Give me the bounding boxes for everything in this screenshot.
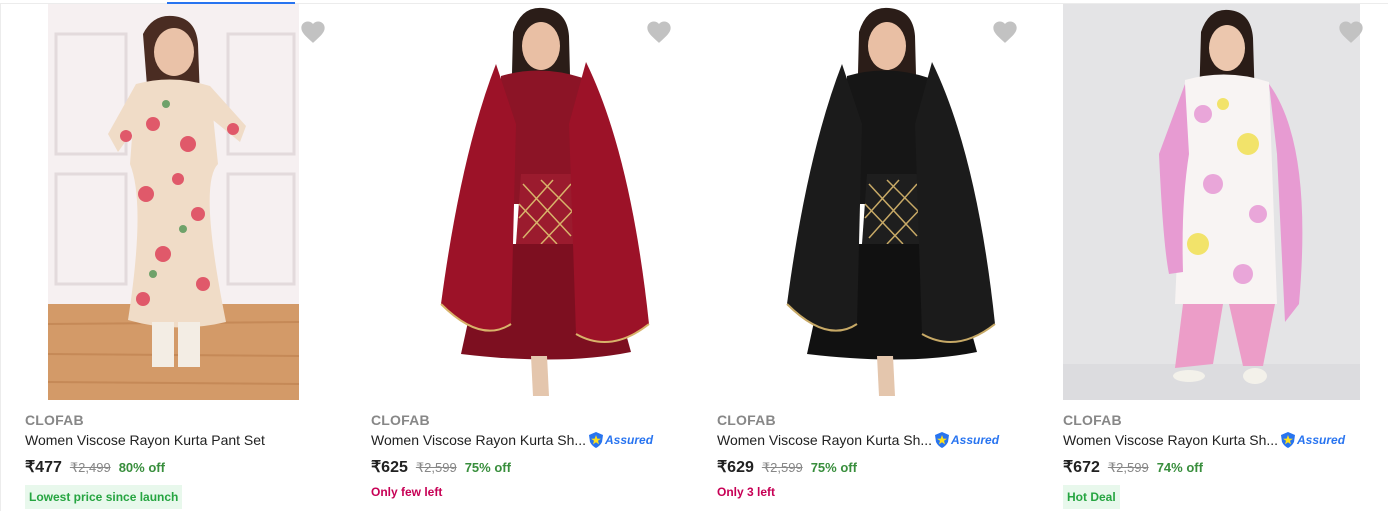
assured-label: Assured [1297, 433, 1346, 447]
wishlist-heart-icon[interactable] [299, 18, 327, 46]
deal-badge: Lowest price since launch [25, 485, 183, 509]
selling-price: ₹477 [25, 459, 62, 476]
wishlist-heart-icon[interactable] [991, 18, 1019, 46]
stock-status: Only 3 left [717, 485, 776, 499]
wishlist-heart-icon[interactable] [1337, 18, 1365, 46]
product-image[interactable] [401, 4, 673, 400]
product-title[interactable]: Women Viscose Rayon Kurta Pant Set [25, 432, 265, 448]
price-row: ₹672 ₹2,599 74% off [1063, 457, 1203, 477]
assured-label: Assured [951, 433, 1000, 447]
assured-shield-icon [589, 432, 603, 448]
product-brand: CLOFAB [25, 412, 84, 428]
price-row: ₹625 ₹2,599 75% off [371, 457, 511, 477]
discount-percent: 75% off [810, 460, 857, 475]
assured-badge: Assured [1279, 431, 1345, 449]
assured-badge: Assured [933, 431, 999, 449]
stock-status: Only few left [371, 485, 443, 499]
selling-price: ₹672 [1063, 459, 1100, 476]
product-brand: CLOFAB [371, 412, 430, 428]
price-row: ₹477 ₹2,499 80% off [25, 457, 165, 477]
discount-percent: 75% off [464, 460, 511, 475]
wishlist-heart-icon[interactable] [645, 18, 673, 46]
product-title[interactable]: Women Viscose Rayon Kurta Sh... [717, 432, 932, 448]
discount-percent: 74% off [1156, 460, 1203, 475]
assured-badge: Assured [587, 431, 653, 449]
product-brand: CLOFAB [717, 412, 776, 428]
price-row: ₹629 ₹2,599 75% off [717, 457, 857, 477]
product-image[interactable] [1063, 4, 1360, 400]
original-price: ₹2,599 [761, 460, 803, 475]
assured-label: Assured [605, 433, 654, 447]
product-card[interactable]: CLOFAB Women Viscose Rayon Kurta Sh... A… [1038, 4, 1384, 511]
product-image[interactable] [48, 4, 299, 400]
deal-badge: Hot Deal [1063, 485, 1120, 509]
product-title[interactable]: Women Viscose Rayon Kurta Sh... [371, 432, 586, 448]
original-price: ₹2,499 [69, 460, 111, 475]
selling-price: ₹629 [717, 459, 754, 476]
product-card[interactable]: CLOFAB Women Viscose Rayon Kurta Pant Se… [0, 4, 346, 511]
original-price: ₹2,599 [1107, 460, 1149, 475]
selling-price: ₹625 [371, 459, 408, 476]
product-image[interactable] [747, 4, 1019, 400]
product-title[interactable]: Women Viscose Rayon Kurta Sh... [1063, 432, 1278, 448]
product-card[interactable]: CLOFAB Women Viscose Rayon Kurta Sh... A… [346, 4, 692, 511]
discount-percent: 80% off [118, 460, 165, 475]
assured-shield-icon [1281, 432, 1295, 448]
product-card[interactable]: CLOFAB Women Viscose Rayon Kurta Sh... A… [692, 4, 1038, 511]
assured-shield-icon [935, 432, 949, 448]
original-price: ₹2,599 [415, 460, 457, 475]
product-brand: CLOFAB [1063, 412, 1122, 428]
